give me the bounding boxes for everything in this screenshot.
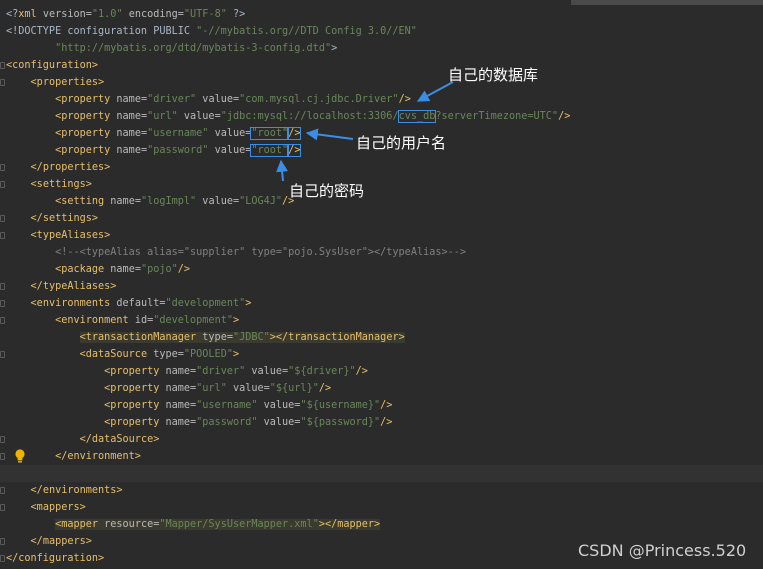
annotation-database: 自己的数据库 [448,66,539,84]
watermark: CSDN @Princess.520 [578,541,747,560]
annotation-arrows [276,81,454,182]
annotation-password: 自己的密码 [289,182,365,200]
annotation-username: 自己的用户名 [356,134,447,152]
arrow-password [276,159,289,182]
code-editor[interactable]: <?xml version="1.0" encoding="UTF-8" ?> <… [0,0,763,569]
arrow-username [305,128,354,141]
